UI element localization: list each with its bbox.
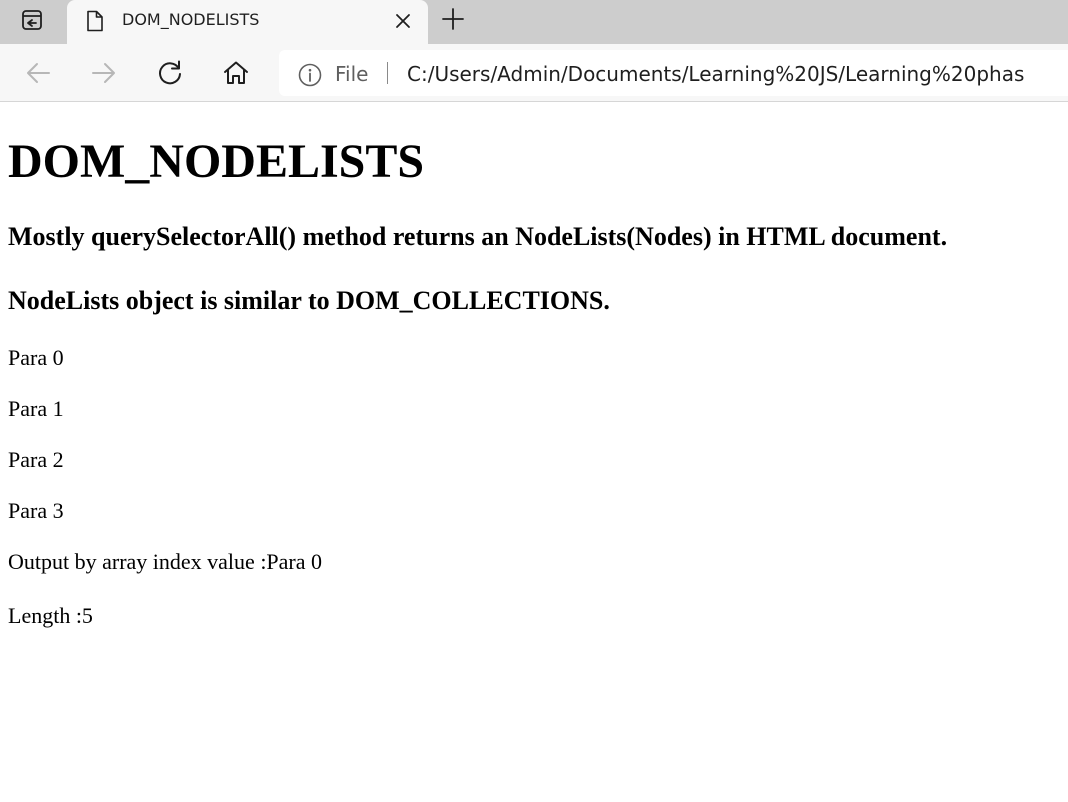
info-icon[interactable] [298,63,322,87]
address-separator [387,62,388,84]
paragraph-para-1: Para 1 [8,396,64,421]
paragraph-para-2: Para 2 [8,447,64,472]
scheme-label[interactable]: File [335,62,368,86]
subheading-similar: NodeLists object is similar to DOM_COLLE… [8,286,610,315]
browser-toolbar: File C:/Users/Admin/Documents/Learning%2… [0,44,1068,102]
url-text[interactable]: C:/Users/Admin/Documents/Learning%20JS/L… [407,62,1024,86]
page-heading: DOM_NODELISTS [8,135,425,188]
tab-strip: DOM_NODELISTS [0,0,1068,44]
arrow-right-icon[interactable] [89,58,119,88]
paragraph-para-3: Para 3 [8,498,64,523]
arrow-left-icon[interactable] [23,58,53,88]
tab-title: DOM_NODELISTS [122,10,260,29]
home-icon[interactable] [221,58,251,88]
browser-tab[interactable]: DOM_NODELISTS [67,0,428,44]
subheading-queryselectorall: Mostly querySelectorAll() method returns… [8,222,948,251]
length-line: Length :5 [8,603,93,628]
close-icon[interactable] [392,10,414,32]
plus-icon[interactable] [440,6,466,32]
output-line: Output by array index value :Para 0 [8,549,323,574]
page-icon [85,10,105,32]
refresh-icon[interactable] [155,58,185,88]
address-bar[interactable]: File C:/Users/Admin/Documents/Learning%2… [279,50,1068,96]
tab-actions-icon[interactable] [18,8,46,32]
paragraph-para-0: Para 0 [8,345,64,370]
